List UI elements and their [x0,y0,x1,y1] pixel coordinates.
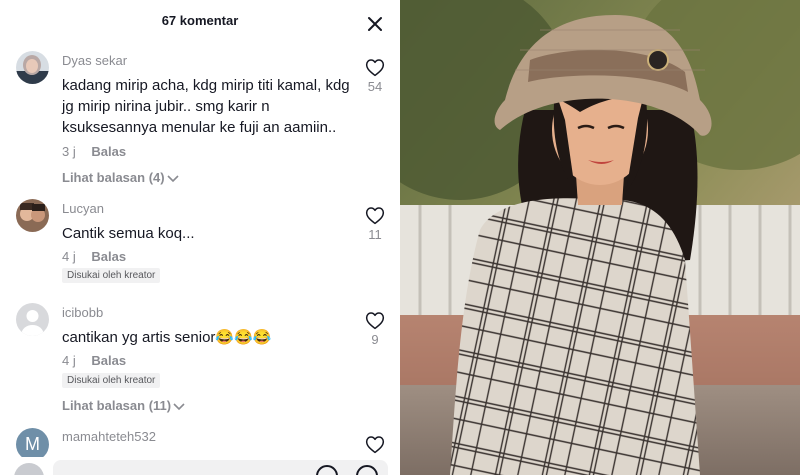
reply-button[interactable]: Balas [91,144,126,159]
avatar[interactable] [16,199,49,232]
like-count: 9 [371,332,379,347]
comment-text: Cantik semua koq... [62,225,195,242]
like-count: 11 [368,227,382,242]
avatar[interactable] [16,51,49,84]
like-button[interactable] [362,435,388,454]
comment-count-title: 67 komentar [161,13,239,28]
current-user-avatar [14,463,44,475]
comment-username[interactable]: Lucyan [62,201,104,216]
heart-outline-icon [365,312,385,330]
like-button[interactable]: 11 [362,206,388,242]
comment-time: 3 j [62,144,76,159]
like-button[interactable]: 54 [362,58,388,94]
chevron-down-icon [173,402,185,410]
avatar[interactable] [16,303,49,336]
profile-photo [400,0,800,475]
comments-panel: 67 komentar Dyas sekar kadang mirip acha… [0,0,400,475]
liked-by-creator-badge: Disukai oleh kreator [62,268,161,283]
comment-username[interactable]: Dyas sekar [62,53,127,68]
comment-meta: 4 j Balas [62,353,126,368]
comment-username[interactable]: mamahteteh532 [62,429,156,444]
panel-header: 67 komentar [0,0,400,42]
heart-outline-icon [365,207,385,225]
reply-button[interactable]: Balas [91,249,126,264]
heart-outline-icon [365,436,385,454]
chevron-down-icon [167,174,179,182]
comment-text: kadang mirip acha, kdg mirip titi kamal,… [62,77,350,136]
photo-illustration [400,0,800,475]
like-button[interactable]: 9 [362,311,388,347]
comment-meta: 4 j Balas [62,249,126,264]
comment-time: 4 j [62,353,76,368]
heart-outline-icon [365,59,385,77]
reply-button[interactable]: Balas [91,353,126,368]
close-icon[interactable] [365,14,385,34]
like-count: 54 [367,79,383,94]
view-replies-button[interactable]: Lihat balasan (4) [62,170,179,185]
comment-time: 4 j [62,249,76,264]
view-replies-label: Lihat balasan (4) [62,170,165,185]
avatar-letter: M [25,434,40,454]
comment-composer [0,457,400,475]
view-replies-label: Lihat balasan (11) [62,398,172,413]
comment-text: cantikan yg artis senior😂😂😂 [62,329,272,346]
liked-by-creator-badge: Disukai oleh kreator [62,373,161,388]
view-replies-button[interactable]: Lihat balasan (11) [62,398,185,413]
comment-username[interactable]: icibobb [62,305,103,320]
comment-meta: 3 j Balas [62,144,126,159]
